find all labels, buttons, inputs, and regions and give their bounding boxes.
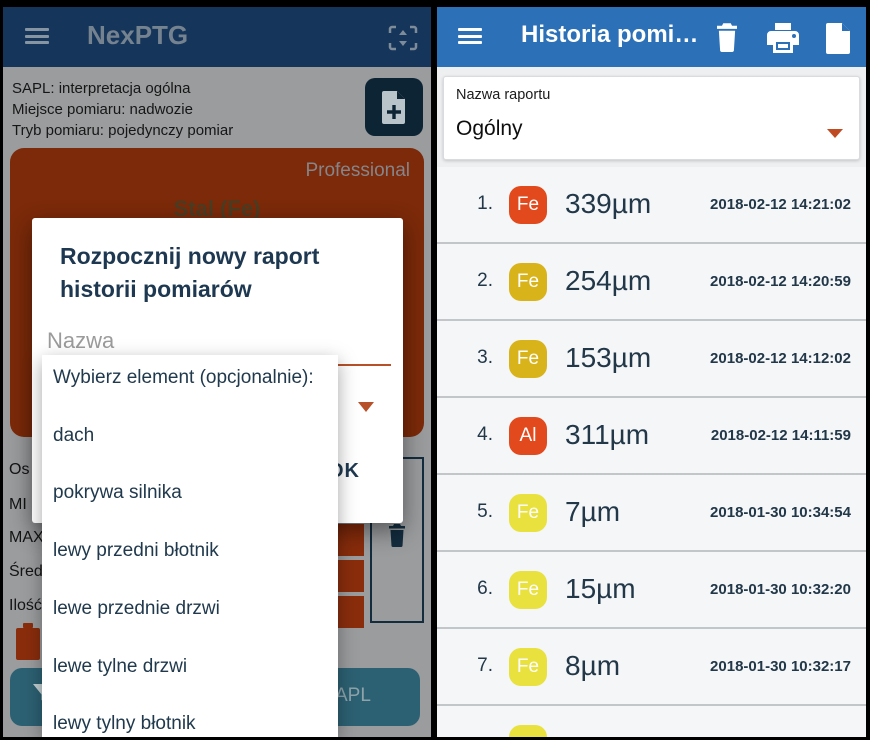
sapl-setting: SAPL: interpretacja ogólna (12, 78, 233, 99)
timestamp: 2018-02-12 14:12:02 (710, 350, 851, 367)
stat-label-5: Ilość (9, 597, 42, 615)
timestamp: 2018-01-30 10:32:20 (710, 581, 851, 598)
left-app-bar: NexPTG (3, 7, 431, 67)
chevron-down-icon[interactable] (358, 402, 374, 412)
place-setting: Miejsce pomiaru: nadwozie (12, 99, 233, 120)
stat-label-3: MAX (9, 529, 44, 547)
measurement-row[interactable] (437, 706, 866, 737)
fullscreen-icon[interactable] (387, 24, 419, 52)
timestamp: 2018-01-30 10:34:54 (710, 504, 851, 521)
dropdown-item[interactable]: lewy tylny błotnik (53, 713, 334, 735)
mode-setting: Tryb pomiaru: pojedynczy pomiar (12, 120, 233, 141)
metal-badge: Al (509, 417, 547, 455)
print-icon[interactable] (765, 22, 801, 54)
row-index: 2. (465, 270, 493, 292)
left-screen: NexPTG SAPL: interpretacja ogólna Miejsc… (3, 7, 431, 737)
measurement-row[interactable]: 4. Al 311µm 2018-02-12 14:11:59 (437, 398, 866, 475)
file-plus-icon (380, 90, 408, 124)
measurement-row[interactable]: 7. Fe 8µm 2018-01-30 10:32:17 (437, 629, 866, 706)
measurement-list: 1. Fe 339µm 2018-02-12 14:21:02 2. Fe 25… (437, 167, 866, 737)
report-name-value: Ogólny (456, 117, 523, 141)
dropdown-item[interactable]: lewe tylne drzwi (53, 656, 334, 678)
metal-badge: Fe (509, 340, 547, 378)
measurement-row[interactable]: 2. Fe 254µm 2018-02-12 14:20:59 (437, 244, 866, 321)
thickness-value: 7µm (565, 496, 620, 528)
thickness-value: 254µm (565, 265, 651, 297)
history-title: Historia pomi… (521, 21, 698, 49)
metal-badge (509, 725, 547, 737)
metal-badge: Fe (509, 263, 547, 301)
history-app-bar: Historia pomi… (437, 7, 866, 67)
thickness-value: 339µm (565, 188, 651, 220)
dropdown-item[interactable]: lewe przednie drzwi (53, 598, 334, 620)
row-index: 4. (465, 424, 493, 446)
report-name-select[interactable]: Nazwa raportu Ogólny (443, 76, 860, 160)
metal-badge: Fe (509, 648, 547, 686)
histogram-bar (337, 524, 364, 556)
histogram-bar (337, 596, 364, 628)
metal-badge: Fe (509, 186, 547, 224)
battery-icon (16, 628, 40, 660)
thickness-value: 15µm (565, 573, 636, 605)
right-screen: Historia pomi… Nazwa raportu Ogólny 1. F… (437, 7, 866, 737)
metal-badge: Fe (509, 571, 547, 609)
measurement-row[interactable]: 6. Fe 15µm 2018-01-30 10:32:20 (437, 552, 866, 629)
dropdown-item[interactable]: pokrywa silnika (53, 482, 334, 504)
delete-icon[interactable] (714, 22, 740, 52)
row-index: 3. (465, 347, 493, 369)
timestamp: 2018-02-12 14:21:02 (710, 196, 851, 213)
row-index: 1. (465, 193, 493, 215)
timestamp: 2018-02-12 14:20:59 (710, 273, 851, 290)
timestamp: 2018-01-30 10:32:17 (710, 658, 851, 675)
left-app-title: NexPTG (87, 20, 188, 51)
report-name-label: Nazwa raportu (456, 87, 550, 103)
row-index: 7. (465, 655, 493, 677)
menu-icon[interactable] (458, 28, 482, 44)
histogram-bar (337, 560, 364, 592)
measurement-row[interactable]: 3. Fe 153µm 2018-02-12 14:12:02 (437, 321, 866, 398)
stat-label-4: Śred (9, 563, 43, 581)
measurement-row[interactable]: 5. Fe 7µm 2018-01-30 10:34:54 (437, 475, 866, 552)
dropdown-item[interactable]: Wybierz element (opcjonalnie): (53, 367, 334, 389)
dialog-title: Rozpocznij nowy raport historii pomiarów (60, 240, 377, 306)
row-index: 5. (465, 501, 493, 523)
element-dropdown-list: Wybierz element (opcjonalnie): dach pokr… (42, 355, 338, 737)
dropdown-item[interactable]: lewy przedni błotnik (53, 540, 334, 562)
measurement-settings-summary: SAPL: interpretacja ogólna Miejsce pomia… (12, 78, 233, 141)
row-index: 6. (465, 578, 493, 600)
measurement-row[interactable]: 1. Fe 339µm 2018-02-12 14:21:02 (437, 167, 866, 244)
thickness-value: 311µm (565, 419, 649, 451)
menu-icon[interactable] (25, 28, 49, 44)
trash-icon (387, 523, 407, 547)
chevron-down-icon (827, 129, 843, 138)
new-document-icon[interactable] (824, 22, 852, 54)
stat-label-2: MI (9, 496, 27, 514)
report-name-input[interactable]: Nazwa (47, 328, 114, 354)
new-report-button[interactable] (365, 78, 423, 136)
thickness-value: 8µm (565, 650, 620, 682)
export-button-label: APL (335, 685, 371, 707)
timestamp: 2018-02-12 14:11:59 (711, 427, 851, 444)
mode-badge: Professional (305, 160, 410, 182)
metal-badge: Fe (509, 494, 547, 532)
stat-label-1: Os (9, 461, 29, 479)
thickness-value: 153µm (565, 342, 651, 374)
dropdown-item[interactable]: dach (53, 425, 334, 447)
